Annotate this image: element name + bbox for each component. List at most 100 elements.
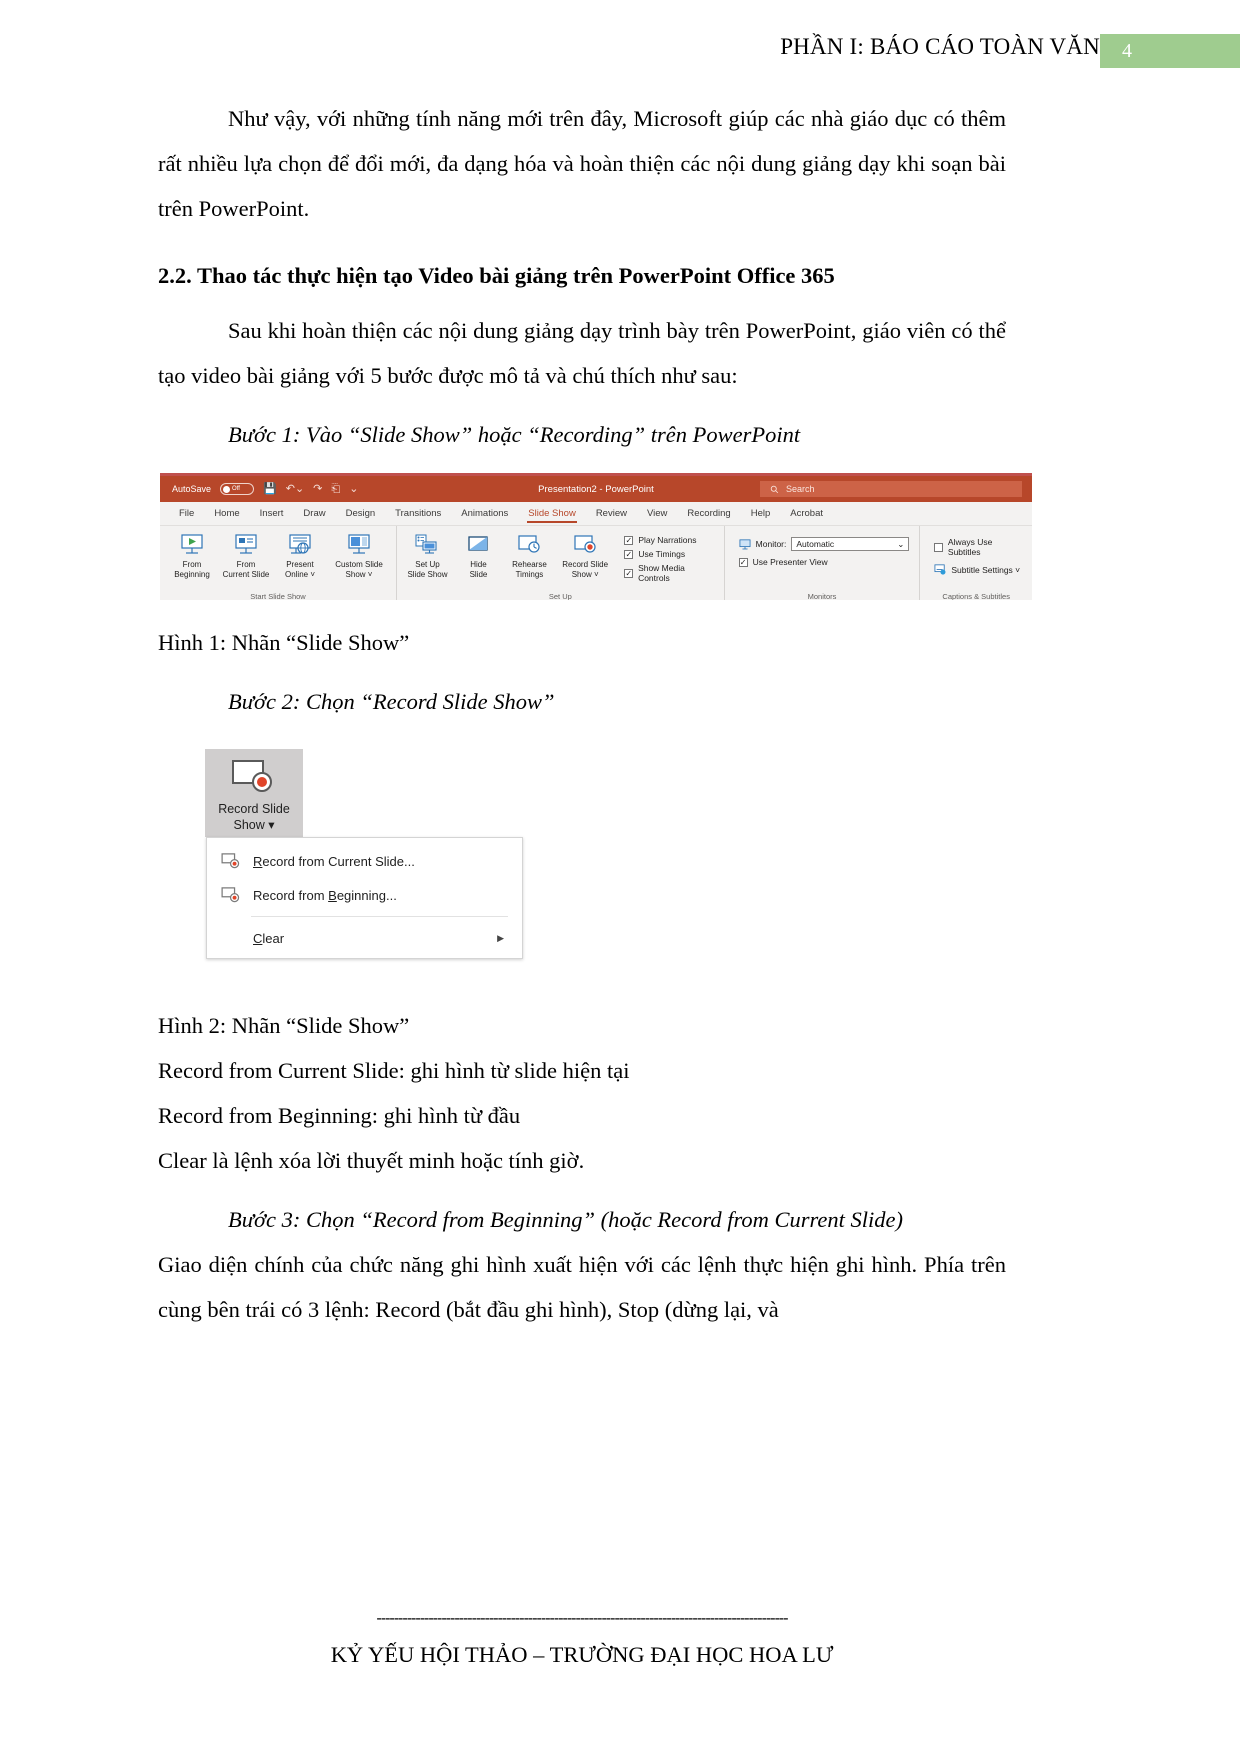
use-timings-checkbox[interactable]: ✓ Use Timings bbox=[624, 549, 713, 559]
ppt-title-bar: AutoSave Off 💾 ↶⌄ ↷ ⎗ ⌄ Presentation2 - … bbox=[160, 476, 1032, 502]
monitor-icon bbox=[739, 538, 751, 549]
group-label-start-slide-show: Start Slide Show bbox=[250, 592, 306, 600]
hide-slide-label: Hide Slide bbox=[469, 560, 488, 579]
record-slide-show-button[interactable]: Record Slide Show ˅ bbox=[556, 530, 614, 580]
hide-slide-button[interactable]: Hide Slide bbox=[454, 530, 503, 580]
menu-item-clear[interactable]: Clear ▶ bbox=[207, 921, 522, 955]
always-use-subtitles-checkbox[interactable]: Always Use Subtitles bbox=[934, 537, 1022, 557]
step-1-label: Bước 1: Vào “Slide Show” hoặc “Recording… bbox=[228, 422, 801, 447]
tab-help[interactable]: Help bbox=[742, 505, 780, 523]
monitors-controls: Monitor: Automatic ⌄ ✓ Use Presenter Vie… bbox=[731, 530, 914, 567]
paragraph-intro: Như vậy, với những tính năng mới trên đâ… bbox=[158, 106, 1006, 221]
set-up-slide-show-button[interactable]: Set Up Slide Show bbox=[403, 530, 452, 580]
set-up-checkbox-list: ✓ Play Narrations ✓ Use Timings ✓ Show M… bbox=[616, 530, 717, 583]
tab-view[interactable]: View bbox=[638, 505, 676, 523]
step-2-label: Bước 2: Chọn “Record Slide Show” bbox=[228, 689, 555, 714]
checkbox-checked-icon: ✓ bbox=[624, 535, 634, 545]
search-box[interactable]: Search bbox=[760, 481, 1022, 497]
tab-acrobat[interactable]: Acrobat bbox=[781, 505, 832, 523]
tab-review[interactable]: Review bbox=[587, 505, 636, 523]
group-label-monitors: Monitors bbox=[807, 592, 837, 600]
record-slide-show-dropdown-menu: Record from Current Slide... Record from… bbox=[206, 837, 523, 959]
page-header: PHẦN I: BÁO CÁO TOÀN VĂN 4 bbox=[0, 28, 1240, 74]
record-slide-show-split-button[interactable]: Record Slide Show ▾ bbox=[205, 749, 303, 837]
paragraph-steps-intro: Sau khi hoàn thiện các nội dung giảng dạ… bbox=[158, 318, 1006, 388]
menu-item-label: Clear bbox=[253, 930, 285, 946]
subtitle-settings-label: Subtitle Settings ˅ bbox=[951, 564, 1021, 575]
menu-separator bbox=[251, 916, 508, 917]
play-narrations-label: Play Narrations bbox=[638, 535, 697, 545]
subtitle-settings-icon bbox=[934, 564, 946, 575]
ribbon-group-start-slide-show: From Beginning From Current Slide Presen… bbox=[160, 526, 397, 600]
page-number-badge: 4 bbox=[1100, 34, 1240, 68]
powerpoint-ribbon-screenshot: AutoSave Off 💾 ↶⌄ ↷ ⎗ ⌄ Presentation2 - … bbox=[160, 473, 1032, 600]
page-footer: ----------------------------------------… bbox=[158, 1610, 1006, 1668]
post-figure2-text-block: Hình 2: Nhãn “Slide Show” Record from Cu… bbox=[158, 1003, 1006, 1332]
tab-recording[interactable]: Recording bbox=[678, 505, 739, 523]
custom-slide-show-button[interactable]: Custom Slide Show ˅ bbox=[328, 530, 390, 580]
tab-transitions[interactable]: Transitions bbox=[386, 505, 450, 523]
ribbon-group-captions: Always Use Subtitles Subtitle Settings ˅… bbox=[920, 526, 1032, 600]
paragraph-record-ui: Giao diện chính của chức năng ghi hình x… bbox=[158, 1252, 1006, 1322]
note-record-beginning: Record from Beginning: ghi hình từ đầu bbox=[158, 1103, 521, 1128]
rehearse-timings-button[interactable]: Rehearse Timings bbox=[505, 530, 554, 580]
caption-step2-block: Hình 1: Nhãn “Slide Show” Bước 2: Chọn “… bbox=[158, 620, 1006, 724]
from-beginning-button[interactable]: From Beginning bbox=[166, 530, 218, 580]
menu-item-label: Record from Beginning... bbox=[253, 887, 397, 903]
custom-slide-show-label: Custom Slide Show ˅ bbox=[335, 560, 383, 579]
footer-text: KỶ YẾU HỘI THẢO – TRƯỜNG ĐẠI HỌC HOA LƯ bbox=[330, 1642, 834, 1667]
step-3-label: Bước 3: Chọn “Record from Beginning” (ho… bbox=[228, 1207, 904, 1232]
figure-1-caption: Hình 1: Nhãn “Slide Show” bbox=[158, 630, 410, 655]
tab-draw[interactable]: Draw bbox=[294, 505, 334, 523]
use-presenter-view-label: Use Presenter View bbox=[752, 557, 828, 567]
menu-item-record-from-current-slide[interactable]: Record from Current Slide... bbox=[207, 844, 522, 878]
tab-file[interactable]: File bbox=[170, 505, 203, 523]
from-beginning-label: From Beginning bbox=[174, 560, 210, 579]
set-up-slide-show-icon bbox=[412, 532, 442, 558]
tab-animations[interactable]: Animations bbox=[452, 505, 517, 523]
header-title: PHẦN I: BÁO CÁO TOÀN VĂN bbox=[780, 34, 1100, 59]
checkbox-checked-icon: ✓ bbox=[624, 568, 634, 578]
always-use-subtitles-label: Always Use Subtitles bbox=[947, 537, 993, 557]
from-current-slide-label: From Current Slide bbox=[222, 560, 270, 579]
record-slide-show-button-label: Record Slide Show ▾ bbox=[218, 802, 290, 832]
menu-item-record-from-beginning[interactable]: Record from Beginning... bbox=[207, 878, 522, 912]
monitor-label: Monitor: bbox=[755, 539, 787, 549]
subtitle-settings-button[interactable]: Subtitle Settings ˅ bbox=[934, 564, 1022, 575]
ribbon-tabs: File Home Insert Draw Design Transitions… bbox=[160, 502, 1032, 526]
tab-insert[interactable]: Insert bbox=[251, 505, 293, 523]
ribbon-group-monitors: Monitor: Automatic ⌄ ✓ Use Presenter Vie… bbox=[725, 526, 921, 600]
monitor-selected-value: Automatic bbox=[796, 539, 835, 549]
group-label-set-up: Set Up bbox=[548, 592, 572, 600]
footer-divider: ----------------------------------------… bbox=[376, 1610, 788, 1627]
tab-design[interactable]: Design bbox=[337, 505, 385, 523]
show-media-controls-label: Show Media Controls bbox=[638, 563, 685, 583]
monitor-setting-row: Monitor: Automatic ⌄ bbox=[739, 537, 910, 551]
from-beginning-icon bbox=[177, 532, 207, 558]
checkbox-checked-icon: ✓ bbox=[738, 557, 748, 567]
use-timings-label: Use Timings bbox=[638, 549, 686, 559]
document-content: Như vậy, với những tính năng mới trên đâ… bbox=[158, 96, 1006, 457]
search-icon bbox=[770, 485, 779, 493]
record-slide-show-menu-screenshot: Record Slide Show ▾ Record from Current … bbox=[205, 749, 525, 961]
tab-home[interactable]: Home bbox=[205, 505, 248, 523]
chevron-down-icon: ⌄ bbox=[897, 538, 905, 549]
use-presenter-view-checkbox[interactable]: ✓ Use Presenter View bbox=[738, 557, 910, 567]
from-current-slide-button[interactable]: From Current Slide bbox=[220, 530, 272, 580]
present-online-icon bbox=[285, 532, 315, 558]
checkbox-unchecked-icon bbox=[934, 542, 943, 552]
show-media-controls-checkbox[interactable]: ✓ Show Media Controls bbox=[624, 563, 713, 583]
monitor-select[interactable]: Automatic ⌄ bbox=[791, 537, 910, 551]
from-current-slide-icon bbox=[231, 532, 261, 558]
tab-slide-show[interactable]: Slide Show bbox=[519, 505, 585, 523]
present-online-button[interactable]: Present Online ˅ bbox=[274, 530, 326, 580]
menu-item-label: Record from Current Slide... bbox=[253, 853, 415, 869]
submenu-arrow-icon: ▶ bbox=[497, 932, 504, 943]
custom-slide-show-icon bbox=[344, 532, 374, 558]
checkbox-checked-icon: ✓ bbox=[624, 549, 634, 559]
rehearse-timings-icon bbox=[514, 532, 544, 558]
play-narrations-checkbox[interactable]: ✓ Play Narrations bbox=[624, 535, 713, 545]
set-up-slide-show-label: Set Up Slide Show bbox=[407, 560, 448, 579]
present-online-label: Present Online ˅ bbox=[284, 560, 316, 579]
note-clear: Clear là lệnh xóa lời thuyết minh hoặc t… bbox=[158, 1148, 585, 1173]
